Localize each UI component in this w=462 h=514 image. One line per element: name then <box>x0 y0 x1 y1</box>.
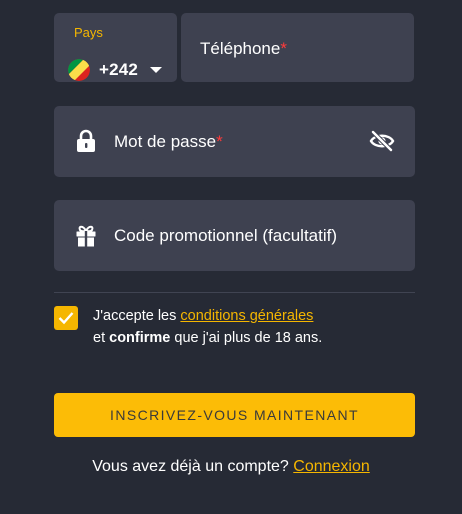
country-value: +242 <box>68 59 163 81</box>
terms-checkbox[interactable] <box>54 306 78 330</box>
chevron-down-icon <box>150 67 163 73</box>
login-link[interactable]: Connexion <box>293 458 370 475</box>
promo-code-input[interactable]: Code promotionnel (facultatif) <box>54 200 415 271</box>
terms-bold: confirme <box>109 330 171 346</box>
checkmark-icon <box>58 312 74 325</box>
required-mark: * <box>280 39 287 58</box>
phone-placeholder: Téléphone* <box>200 39 287 58</box>
login-prompt: Vous avez déjà un compte? Connexion <box>92 458 370 475</box>
password-input[interactable]: Mot de passe* <box>54 106 415 177</box>
promo-placeholder: Code promotionnel (facultatif) <box>114 226 338 245</box>
register-button[interactable]: INSCRIVEZ-VOUS MAINTENANT <box>54 393 415 437</box>
password-placeholder: Mot de passe* <box>114 132 223 151</box>
phone-input[interactable]: Téléphone* <box>181 13 414 82</box>
registration-form: Pays +242 Téléphone* Mot de passe* Code … <box>0 0 462 514</box>
terms-link[interactable]: conditions générales <box>180 308 313 324</box>
congo-flag-icon <box>68 59 90 81</box>
terms-text: J'accepte les conditions générales et co… <box>93 308 323 346</box>
required-mark: * <box>216 132 223 151</box>
divider <box>54 292 415 293</box>
eye-slash-icon[interactable] <box>369 130 395 152</box>
gift-icon <box>76 225 96 247</box>
lock-icon <box>77 129 95 152</box>
country-label: Pays <box>74 25 103 40</box>
country-selector[interactable]: Pays +242 <box>54 13 177 82</box>
dial-code: +242 <box>99 60 139 79</box>
